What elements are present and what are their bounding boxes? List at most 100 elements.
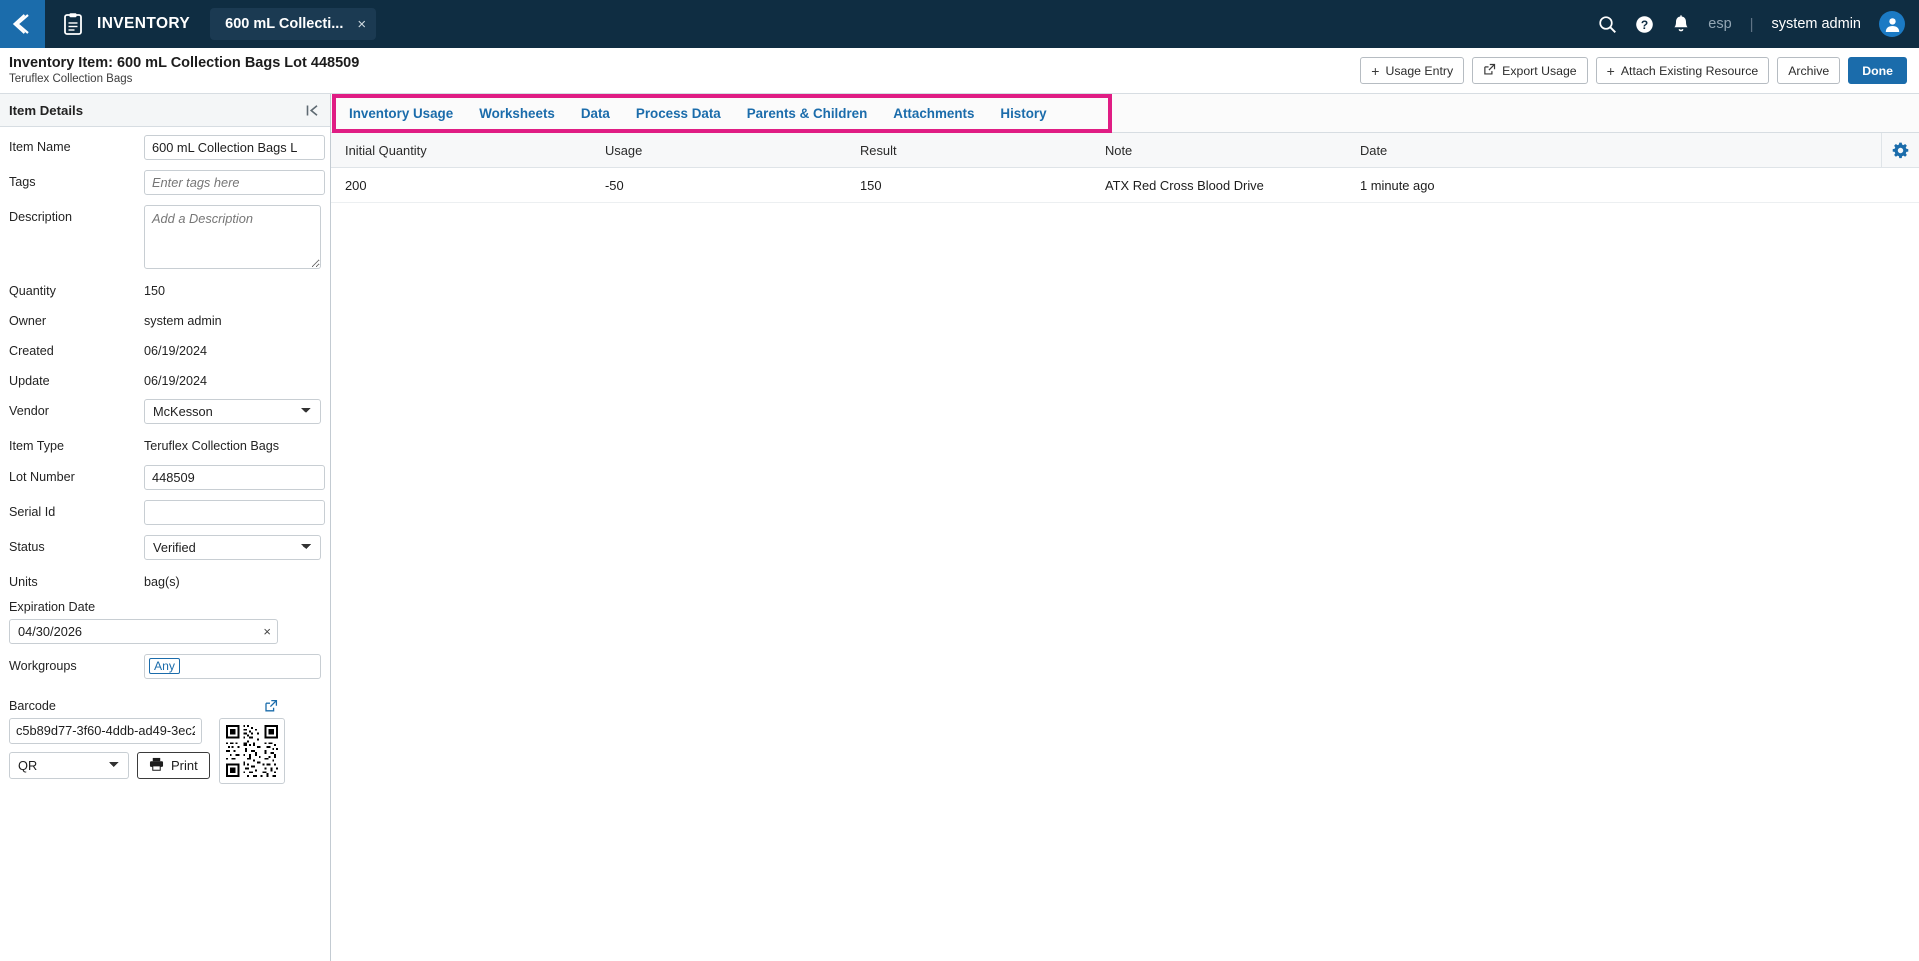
export-usage-label: Export Usage (1502, 63, 1577, 78)
field-update: Update 06/19/2024 (9, 369, 321, 389)
field-description: Description (9, 205, 321, 269)
plus-icon: + (1371, 62, 1380, 79)
print-button[interactable]: Print (137, 751, 210, 779)
close-icon[interactable]: × (357, 17, 366, 32)
tab-history[interactable]: History (1000, 106, 1046, 121)
nav-tab-label: 600 mL Collecti... (225, 16, 344, 32)
app-title: INVENTORY (97, 15, 191, 32)
barcode-section: Barcode c5b89d77-3f60-4ddb-ad49-3ec20l Q… (9, 699, 321, 784)
bell-icon[interactable] (1672, 14, 1690, 34)
status-label: Status (9, 539, 45, 554)
item-type-value: Teruflex Collection Bags (144, 439, 280, 454)
content-panel: Inventory Usage Worksheets Data Process … (331, 94, 1919, 961)
collapse-panel-icon[interactable] (305, 103, 320, 118)
barcode-type-select[interactable]: QR (9, 751, 129, 779)
user-name-label[interactable]: system admin (1772, 16, 1861, 32)
description-textarea[interactable] (144, 205, 321, 269)
tags-label: Tags (9, 175, 36, 189)
field-item-name: Item Name (9, 135, 325, 160)
workgroups-label: Workgroups (9, 658, 77, 673)
top-nav-actions: ? esp | system admin (1598, 0, 1919, 48)
tags-input[interactable] (144, 170, 325, 195)
tab-worksheets[interactable]: Worksheets (479, 106, 555, 121)
archive-button[interactable]: Archive (1777, 57, 1841, 84)
created-label: Created (9, 344, 54, 359)
usage-table-header: Initial Quantity Usage Result Note Date (331, 133, 1919, 168)
lot-number-label: Lot Number (9, 469, 75, 484)
column-header-initial-quantity[interactable]: Initial Quantity (331, 143, 591, 158)
user-avatar-icon[interactable] (1879, 11, 1905, 37)
done-button[interactable]: Done (1848, 57, 1907, 84)
item-details-panel: Item Details Item Name Tags Description (0, 94, 331, 961)
barcode-row: QR Print (9, 717, 321, 784)
header-action-buttons: + Usage Entry Export Usage + Attach Exis… (1360, 57, 1907, 84)
field-workgroups: Workgroups Any (9, 653, 321, 679)
top-navigation-bar: INVENTORY 600 mL Collecti... × ? esp | s… (0, 0, 1919, 48)
workgroups-input[interactable]: Any (144, 653, 321, 679)
item-type-label: Item Type (9, 439, 65, 454)
quantity-label: Quantity (9, 284, 56, 298)
page-title: Inventory Item: 600 mL Collection Bags L… (9, 55, 360, 72)
barcode-value-input[interactable] (9, 717, 202, 744)
external-link-icon[interactable] (264, 699, 278, 713)
barcode-controls: QR Print (9, 717, 210, 779)
item-details-panel-header: Item Details (0, 94, 330, 127)
tab-data[interactable]: Data (581, 106, 610, 121)
nav-tab-active[interactable]: 600 mL Collecti... × (210, 8, 377, 40)
workgroup-chip-any[interactable]: Any (149, 658, 181, 675)
qr-code-icon[interactable] (218, 717, 285, 784)
usage-entry-label: Usage Entry (1385, 63, 1454, 78)
tab-inventory-usage[interactable]: Inventory Usage (349, 106, 453, 121)
barcode-format-row: QR Print (9, 751, 210, 779)
column-header-result[interactable]: Result (846, 143, 1091, 158)
owner-value: system admin (144, 314, 222, 329)
item-name-input[interactable] (144, 135, 325, 160)
svg-text:?: ? (1641, 18, 1648, 32)
table-row[interactable]: 200 -50 150 ATX Red Cross Blood Drive 1 … (331, 168, 1919, 203)
item-details-title: Item Details (9, 102, 84, 118)
nav-separator: | (1749, 15, 1754, 33)
column-header-date[interactable]: Date (1346, 143, 1919, 158)
export-usage-button[interactable]: Export Usage (1472, 57, 1588, 84)
chevron-left-icon (12, 12, 34, 36)
cell-result: 150 (860, 177, 882, 193)
field-item-type: Item Type Teruflex Collection Bags (9, 434, 321, 454)
vendor-select[interactable]: McKesson (144, 399, 321, 425)
field-serial-id: Serial Id (9, 499, 325, 525)
item-details-form: Item Name Tags Description Quantity 150 … (0, 127, 330, 961)
tab-process-data[interactable]: Process Data (636, 106, 721, 121)
barcode-header: Barcode (9, 699, 278, 713)
vendor-label: Vendor (9, 404, 49, 419)
tab-attachments[interactable]: Attachments (893, 106, 974, 121)
quantity-value: 150 (144, 284, 166, 298)
units-value: bag(s) (144, 574, 180, 589)
language-selector[interactable]: esp (1708, 16, 1731, 32)
serial-id-input[interactable] (144, 499, 325, 525)
app-home-link[interactable]: INVENTORY (45, 0, 196, 48)
tab-parents-children[interactable]: Parents & Children (747, 106, 868, 121)
lot-number-input[interactable] (144, 464, 325, 490)
help-circle-icon[interactable]: ? (1635, 15, 1654, 34)
owner-label: Owner (9, 314, 47, 329)
search-icon[interactable] (1598, 15, 1617, 34)
attach-existing-resource-button[interactable]: + Attach Existing Resource (1595, 57, 1770, 84)
created-value: 06/19/2024 (144, 344, 208, 359)
barcode-label: Barcode (9, 698, 56, 713)
gear-icon[interactable] (1881, 133, 1919, 168)
close-icon[interactable]: × (263, 624, 271, 639)
field-quantity: Quantity 150 (9, 279, 321, 299)
field-owner: Owner system admin (9, 309, 321, 329)
update-value: 06/19/2024 (144, 374, 208, 389)
usage-entry-button[interactable]: + Usage Entry (1360, 57, 1465, 84)
column-header-usage[interactable]: Usage (591, 143, 846, 158)
column-header-note[interactable]: Note (1091, 143, 1346, 158)
field-status: Status Verified (9, 534, 321, 560)
status-select[interactable]: Verified (144, 534, 321, 560)
serial-id-label: Serial Id (9, 504, 56, 519)
field-expiration-date: Expiration Date 04/30/2026 × (9, 600, 321, 644)
usage-table-body: 200 -50 150 ATX Red Cross Blood Drive 1 … (331, 168, 1919, 961)
cell-initial-quantity: 200 (345, 177, 367, 193)
description-label: Description (9, 210, 72, 224)
expiration-date-input[interactable]: 04/30/2026 × (9, 618, 278, 644)
back-button[interactable] (0, 0, 45, 48)
